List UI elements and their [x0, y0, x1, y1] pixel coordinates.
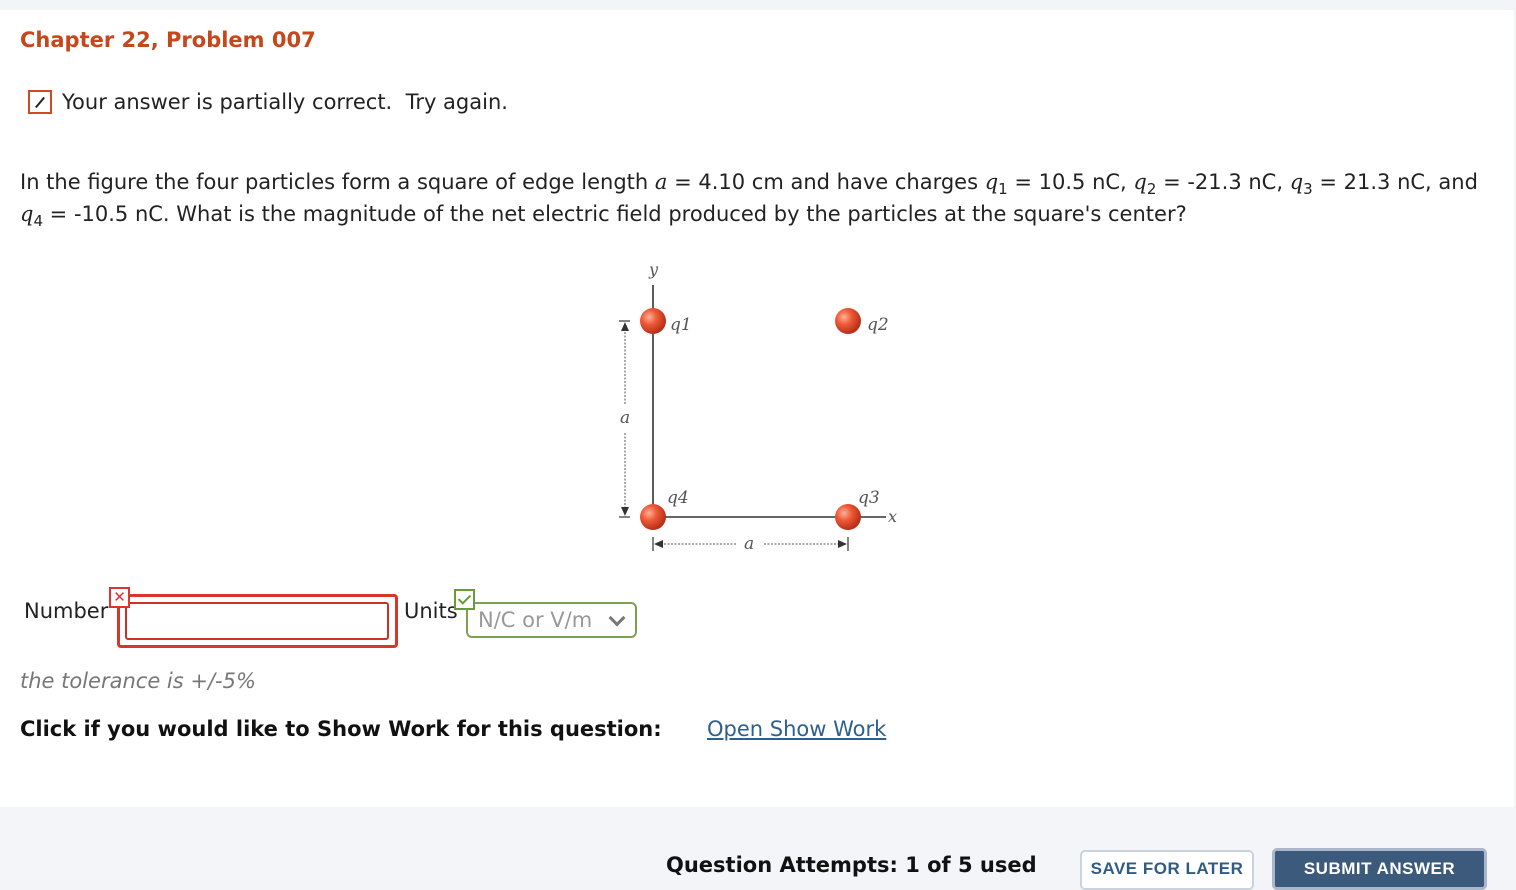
charge-square-figure: y x a a q1 q2 q3 q4: [600, 255, 920, 565]
chapter-title: Chapter 22, Problem 007: [20, 28, 316, 52]
submit-answer-button[interactable]: SUBMIT ANSWER: [1272, 848, 1487, 890]
question-attempts: Question Attempts: 1 of 5 used: [666, 853, 1037, 877]
number-input[interactable]: [125, 602, 389, 640]
show-work-prompt: Click if you would like to Show Work for…: [20, 717, 662, 741]
number-label: Number: [24, 599, 109, 623]
x-axis-label: x: [888, 507, 897, 526]
open-show-work-link[interactable]: Open Show Work: [707, 717, 886, 741]
edge-label-vertical: a: [620, 408, 630, 428]
status-text: Your answer is partially correct. Try ag…: [62, 90, 508, 114]
incorrect-x-icon: ✕: [109, 587, 130, 608]
edge-label-horizontal: a: [744, 534, 754, 554]
particle-q2: [835, 308, 861, 334]
label-q1: q1: [670, 315, 692, 335]
correct-check-icon: [454, 589, 475, 610]
chevron-down-icon: [608, 609, 626, 627]
units-select[interactable]: N/C or V/m: [466, 602, 637, 638]
units-selected-value: N/C or V/m: [478, 608, 593, 632]
number-field-frame: [117, 594, 398, 648]
status-message: Your answer is partially correct. Try ag…: [28, 87, 508, 117]
label-q3: q3: [858, 488, 880, 508]
units-label: Units: [404, 599, 458, 623]
label-q4: q4: [667, 488, 689, 508]
tolerance-note: the tolerance is +/-5%: [20, 669, 256, 693]
particle-q4: [640, 504, 666, 530]
save-for-later-button[interactable]: SAVE FOR LATER: [1080, 850, 1254, 890]
pencil-icon: [28, 90, 52, 114]
particle-q1: [640, 308, 666, 334]
label-q2: q2: [867, 315, 889, 335]
y-axis-label: y: [648, 260, 659, 279]
question-text: In the figure the four particles form a …: [20, 170, 1478, 231]
